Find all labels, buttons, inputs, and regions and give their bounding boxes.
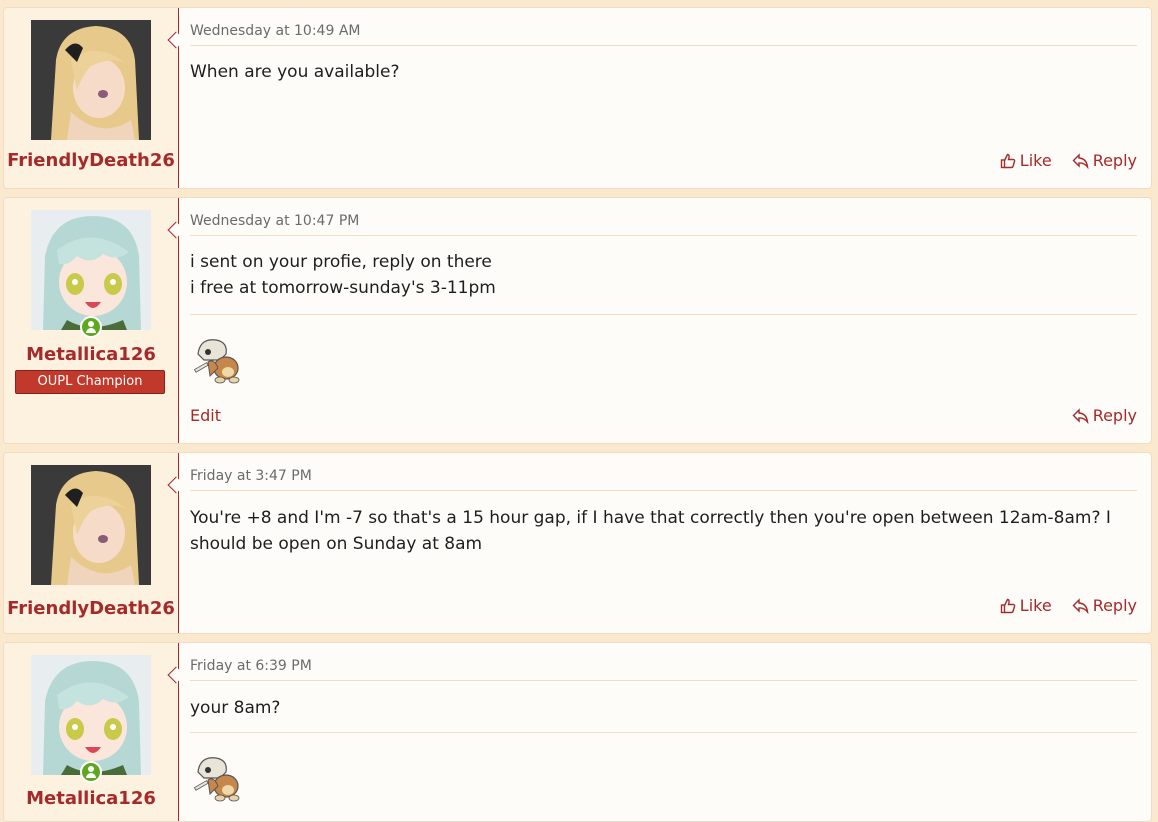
username[interactable]: FriendlyDeath26 — [4, 598, 178, 619]
message-post: Metallica126 Friday at 6:39 PM your 8am? — [3, 642, 1152, 822]
message-post: FriendlyDeath26 Wednesday at 10:49 AM Wh… — [3, 7, 1152, 189]
message-line: your 8am? — [190, 698, 281, 718]
reply-label: Reply — [1092, 151, 1137, 170]
post-date[interactable]: Friday at 6:39 PM — [190, 658, 312, 674]
online-status-icon — [80, 316, 102, 338]
reply-label: Reply — [1092, 596, 1137, 615]
post-actions: Like Reply — [1000, 151, 1137, 170]
online-status-icon — [80, 761, 102, 783]
post-actions: Like Reply — [1000, 596, 1137, 615]
message-body: You're +8 and I'm -7 so that's a 15 hour… — [190, 505, 1137, 557]
signature-divider — [190, 732, 1137, 733]
post-date[interactable]: Wednesday at 10:49 AM — [190, 23, 360, 39]
message-post: FriendlyDeath26 Friday at 3:47 PM You're… — [3, 452, 1152, 634]
thumbs-up-icon — [1000, 153, 1016, 168]
user-column: Metallica126 OUPL Champion — [4, 198, 179, 443]
message-body: your 8am? — [190, 695, 1137, 721]
divider — [190, 490, 1137, 491]
message-line: When are you available? — [190, 62, 400, 82]
reply-icon — [1072, 407, 1089, 424]
like-button[interactable]: Like — [1000, 596, 1052, 615]
post-date[interactable]: Wednesday at 10:47 PM — [190, 213, 359, 229]
reply-button[interactable]: Reply — [1072, 596, 1137, 615]
reply-icon — [1072, 152, 1089, 169]
user-column: FriendlyDeath26 — [4, 453, 179, 633]
like-label: Like — [1019, 596, 1052, 615]
message-line: i free at tomorrow-sunday's 3-11pm — [190, 278, 496, 298]
divider — [190, 45, 1137, 46]
user-column: FriendlyDeath26 — [4, 8, 179, 188]
message-line: should be open on Sunday at 8am — [190, 534, 483, 554]
avatar[interactable] — [31, 465, 151, 585]
user-column: Metallica126 — [4, 643, 179, 821]
divider — [190, 680, 1137, 681]
like-label: Like — [1019, 151, 1052, 170]
reply-button[interactable]: Reply — [1072, 406, 1137, 425]
username[interactable]: Metallica126 — [4, 344, 178, 365]
message-post: Metallica126 OUPL Champion Wednesday at … — [3, 197, 1152, 444]
reply-button[interactable]: Reply — [1072, 151, 1137, 170]
signature-divider — [190, 314, 1137, 315]
reply-label: Reply — [1092, 406, 1137, 425]
username[interactable]: FriendlyDeath26 — [4, 150, 178, 171]
avatar[interactable] — [31, 210, 151, 330]
avatar[interactable] — [31, 655, 151, 775]
message-body: When are you available? — [190, 59, 1137, 85]
message-line: You're +8 and I'm -7 so that's a 15 hour… — [190, 508, 1111, 528]
avatar[interactable] — [31, 20, 151, 140]
message-body: i sent on your profie, reply on there i … — [190, 249, 1137, 301]
reply-icon — [1072, 597, 1089, 614]
cubone-sprite-icon — [193, 757, 240, 802]
message-line: i sent on your profie, reply on there — [190, 252, 492, 272]
thumbs-up-icon — [1000, 598, 1016, 613]
user-banner: OUPL Champion — [15, 370, 165, 394]
edit-button[interactable]: Edit — [190, 406, 221, 425]
post-date[interactable]: Friday at 3:47 PM — [190, 468, 312, 484]
divider — [190, 235, 1137, 236]
cubone-sprite-icon — [193, 339, 240, 384]
post-actions: Reply — [1072, 406, 1137, 425]
like-button[interactable]: Like — [1000, 151, 1052, 170]
